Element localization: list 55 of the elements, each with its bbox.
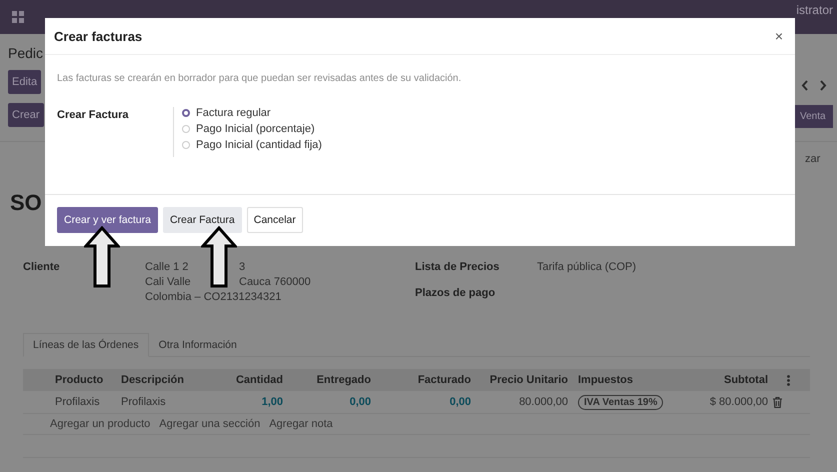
- field-label: Crear Factura: [57, 108, 130, 123]
- add-line-link[interactable]: Agregar una sección: [159, 418, 260, 430]
- action-button[interactable]: Edita: [8, 70, 42, 94]
- up-arrow: [201, 226, 237, 288]
- address-line: 3: [239, 261, 246, 273]
- close-button[interactable]: ×: [772, 28, 785, 44]
- address-line: Cali Valle: [145, 276, 192, 288]
- table-cell: Profilaxis: [121, 396, 166, 408]
- chevron-right-icon[interactable]: [820, 80, 827, 91]
- column-header[interactable]: Entregado: [288, 374, 376, 386]
- field-value: Tarifa pública (COP): [537, 261, 636, 273]
- user-name[interactable]: istrator: [796, 3, 833, 17]
- trash-icon[interactable]: [773, 396, 782, 408]
- page-title: Pedic: [8, 44, 44, 62]
- action-button[interactable]: Crear: [8, 103, 44, 127]
- table-cell: Profilaxis: [55, 396, 100, 408]
- tab[interactable]: Otra Información: [148, 333, 247, 357]
- add-line-link[interactable]: Agregar un producto: [50, 418, 150, 430]
- tab[interactable]: Líneas de las Órdenes: [23, 333, 149, 357]
- table-cell: 80.000,00: [519, 396, 568, 408]
- table-cell: $ 80.000,00: [710, 396, 768, 408]
- column-header[interactable]: Subtotal: [678, 374, 773, 386]
- table-cell: 0,00: [450, 396, 471, 408]
- column-header[interactable]: Facturado: [376, 374, 476, 386]
- chevron-left-icon[interactable]: [801, 80, 808, 91]
- dialog-message: Las facturas se crearán en borrador para que puedan ser revisadas antes de su validación.: [57, 73, 462, 84]
- dialog-button[interactable]: Crear Factura: [162, 207, 242, 233]
- dialog-title: Crear facturas: [54, 28, 142, 44]
- field-label: Lista de Precios: [415, 261, 500, 273]
- column-header[interactable]: Descripción: [116, 374, 208, 386]
- radio-option[interactable]: Pago Inicial (porcentaje): [182, 123, 322, 135]
- add-line-link[interactable]: Agregar nota: [269, 418, 333, 430]
- column-header[interactable]: Producto: [50, 374, 116, 386]
- radio-option[interactable]: Pago Inicial (cantidad fija): [182, 139, 322, 151]
- status-text[interactable]: zar: [795, 153, 820, 165]
- up-arrow: [84, 226, 120, 288]
- radio-option[interactable]: Factura regular: [182, 107, 322, 119]
- tax-tag: IVA Ventas 19%: [578, 395, 664, 410]
- sale-button[interactable]: Venta: [795, 105, 833, 128]
- field-label: Cliente: [23, 261, 61, 275]
- column-header[interactable]: Impuestos: [573, 374, 678, 386]
- table-cell: 0,00: [350, 396, 371, 408]
- apps-menu-icon[interactable]: [12, 11, 24, 23]
- address-line: Calle 1 2: [145, 261, 190, 273]
- table-cell: 1,00: [262, 396, 283, 408]
- radio-button[interactable]: [182, 109, 190, 117]
- column-header[interactable]: Cantidad: [208, 374, 288, 386]
- dialog-button[interactable]: Cancelar: [246, 207, 303, 233]
- field-label: Plazos de pago: [415, 287, 496, 299]
- more-options-icon[interactable]: [786, 374, 790, 386]
- dialog-button[interactable]: Crear y ver factura: [57, 207, 158, 233]
- column-header[interactable]: Precio Unitario: [476, 374, 573, 386]
- address-line: Cauca 760000: [239, 276, 311, 288]
- address-line: Colombia – CO2131234321: [145, 291, 282, 303]
- record-name: SO: [10, 190, 42, 216]
